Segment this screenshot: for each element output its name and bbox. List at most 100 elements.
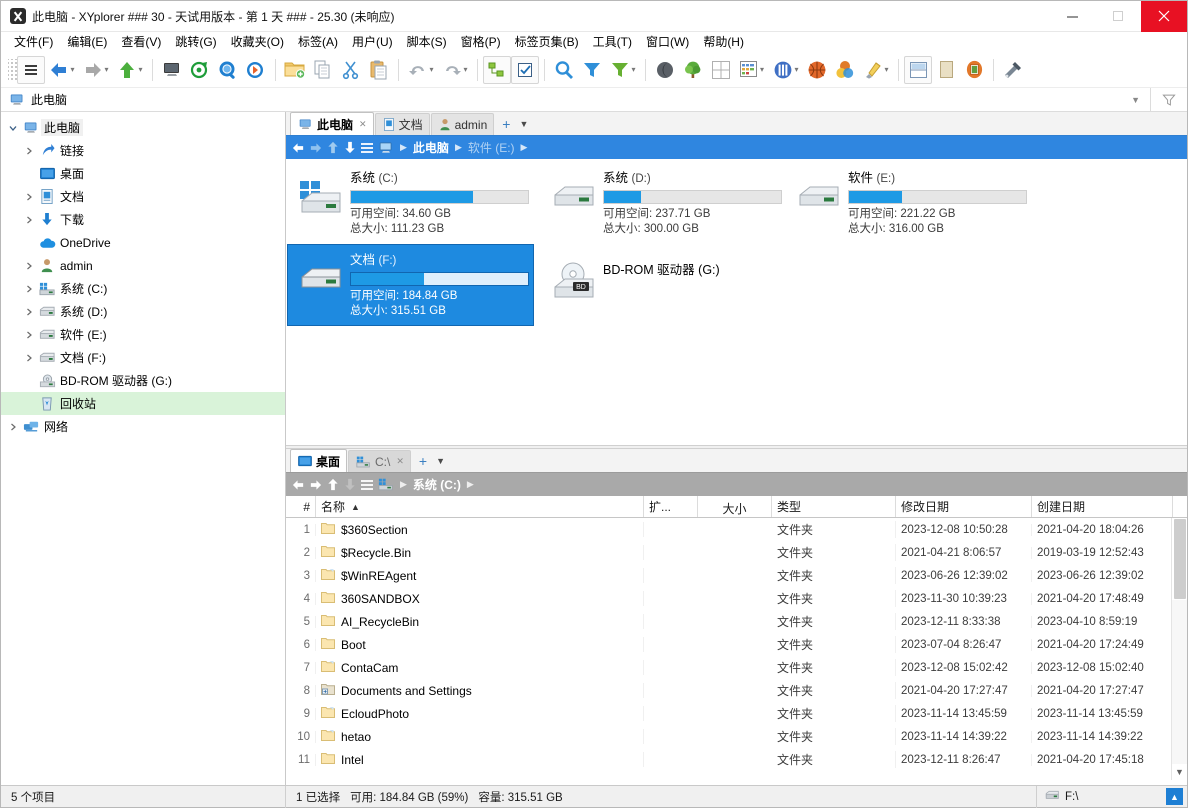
row-name[interactable]: hetao — [316, 729, 644, 744]
close-icon[interactable]: ✕ — [396, 456, 404, 467]
chevron-expanded-icon[interactable] — [5, 123, 21, 133]
table-row[interactable]: 3 $WinREAgent 文件夹 2023-06-26 12:39:02 20… — [286, 564, 1173, 587]
tags-dropdown-arrow[interactable]: ▾ — [794, 65, 798, 74]
row-name[interactable]: $Recycle.Bin — [316, 545, 644, 560]
breadcrumb-item-this-pc[interactable]: 此电脑 — [410, 139, 452, 156]
color-filters-button[interactable] — [803, 55, 831, 85]
maximize-button[interactable] — [1095, 1, 1141, 31]
close-button[interactable] — [1141, 0, 1187, 32]
chevron-right-icon[interactable] — [5, 422, 21, 432]
table-row[interactable]: 2 $Recycle.Bin 文件夹 2021-04-21 8:06:57 20… — [286, 541, 1173, 564]
tree-item-bd-rom-drive[interactable]: BD-ROM 驱动器 (G:) — [1, 369, 285, 392]
column-header-size[interactable]: 大小 — [698, 496, 772, 517]
table-row[interactable]: 6 Boot 文件夹 2023-07-04 8:26:47 2021-04-20… — [286, 633, 1173, 656]
chevron-right-icon[interactable] — [21, 261, 37, 271]
highlight-dropdown-arrow[interactable]: ▾ — [884, 65, 888, 74]
file-list-body[interactable]: 1 $360Section 文件夹 2023-12-08 10:50:28 20… — [286, 518, 1187, 785]
address-input[interactable]: 此电脑 ▼ — [1, 87, 1151, 112]
filter-button[interactable] — [578, 55, 606, 85]
drive-tile-g[interactable]: BD BD-ROM 驱动器 (G:) — [541, 245, 786, 307]
row-name[interactable]: AI_RecycleBin — [316, 614, 644, 629]
dual-pane-button[interactable] — [904, 55, 932, 84]
tree-item-downloads[interactable]: 下载 — [1, 208, 285, 231]
preview-pane-button[interactable] — [932, 55, 960, 85]
top-tab-admin[interactable]: admin — [430, 113, 495, 135]
search-button[interactable] — [550, 55, 578, 85]
tree-item-this-pc[interactable]: 此电脑 — [1, 116, 285, 139]
menu-favorites[interactable]: 收藏夹(O) — [224, 32, 291, 52]
tree-item-drive-c[interactable]: 系统 (C:) — [1, 277, 285, 300]
file-list[interactable]: # 名称 ▲ 扩... 大小 类型 修改日期 创建日期 ▲ — [286, 496, 1188, 785]
breadcrumb-item-drive-c[interactable]: 系统 (C:) — [410, 476, 464, 493]
breadcrumb-forward-button[interactable] — [307, 475, 324, 495]
report-button[interactable]: ▾ — [735, 55, 769, 85]
dark-mode-button[interactable] — [651, 55, 679, 85]
copy-button[interactable] — [309, 55, 337, 85]
toolbar-menu-button[interactable] — [17, 55, 45, 84]
breadcrumb-back-button[interactable] — [290, 138, 307, 158]
tree-item-onedrive[interactable]: OneDrive — [1, 231, 285, 254]
column-header-extension[interactable]: 扩... — [644, 496, 698, 517]
breadcrumb-item-drive-e[interactable]: 软件 (E:) — [465, 139, 518, 156]
row-name[interactable]: Documents and Settings — [316, 683, 644, 698]
tree-item-desktop[interactable]: 桌面 — [1, 162, 285, 185]
menu-window[interactable]: 窗口(W) — [639, 32, 696, 52]
tags-button[interactable]: ▾ — [769, 55, 803, 85]
visual-filter-dropdown-arrow[interactable]: ▾ — [631, 65, 635, 74]
quick-search-button[interactable] — [242, 55, 270, 85]
column-header-index[interactable]: # — [286, 496, 316, 517]
toolbar-grip[interactable] — [8, 58, 17, 81]
up-dropdown-arrow[interactable]: ▾ — [138, 65, 142, 74]
breadcrumb-back-button[interactable] — [290, 475, 307, 495]
file-list-scrollbar[interactable]: ▼ — [1171, 518, 1187, 780]
bottom-tab-drive-c[interactable]: C:\ ✕ — [348, 450, 411, 472]
highlight-button[interactable]: ▾ — [859, 55, 893, 85]
row-name[interactable]: 360SANDBOX — [316, 591, 644, 606]
drive-tile-d[interactable]: 系统 (D:) 可用空间: 237.71 GB 总大小: 300.00 GB — [541, 163, 786, 243]
top-tab-documents[interactable]: 文档 — [374, 113, 430, 135]
chevron-right-icon[interactable] — [21, 215, 37, 225]
address-filter-button[interactable] — [1151, 93, 1187, 107]
menu-tools[interactable]: 工具(T) — [586, 32, 639, 52]
top-add-tab-button[interactable]: + — [495, 113, 513, 135]
minimize-button[interactable] — [1049, 1, 1095, 31]
breadcrumb-menu-button[interactable] — [358, 475, 375, 495]
table-row[interactable]: 9 EcloudPhoto 文件夹 2023-11-14 13:45:59 20… — [286, 702, 1173, 725]
table-row[interactable]: 8 Documents and Settings 文件夹 2021-04-20 … — [286, 679, 1173, 702]
table-row[interactable]: 1 $360Section 文件夹 2023-12-08 10:50:28 20… — [286, 518, 1173, 541]
tree-item-drive-f[interactable]: 文档 (F:) — [1, 346, 285, 369]
menu-scripting[interactable]: 脚本(S) — [400, 32, 454, 52]
row-name[interactable]: Boot — [316, 637, 644, 652]
column-header-modified[interactable]: 修改日期 — [896, 496, 1032, 517]
go-to-target-button[interactable] — [186, 55, 214, 85]
tree-item-drive-e[interactable]: 软件 (E:) — [1, 323, 285, 346]
bottom-add-tab-button[interactable]: + — [412, 450, 430, 472]
row-name[interactable]: EcloudPhoto — [316, 706, 644, 721]
undo-dropdown-arrow[interactable]: ▾ — [429, 65, 433, 74]
breadcrumb-up-button[interactable] — [324, 475, 341, 495]
tree-item-recycle-bin[interactable]: 回收站 — [1, 392, 285, 415]
visual-filter-button[interactable]: ▾ — [606, 55, 640, 85]
table-row[interactable]: 7 ContaCam 文件夹 2023-12-08 15:02:42 2023-… — [286, 656, 1173, 679]
menu-file[interactable]: 文件(F) — [7, 32, 60, 52]
cut-button[interactable] — [337, 55, 365, 85]
tree-item-admin[interactable]: admin — [1, 254, 285, 277]
redo-dropdown-arrow[interactable]: ▾ — [463, 65, 467, 74]
chevron-right-icon[interactable] — [21, 146, 37, 156]
scroll-up-arrow-icon[interactable]: ▲ — [1183, 496, 1188, 517]
tree-item-links[interactable]: 链接 — [1, 139, 285, 162]
chevron-right-icon[interactable] — [21, 192, 37, 202]
back-button[interactable]: ▾ — [45, 55, 79, 85]
row-name[interactable]: Intel — [316, 752, 644, 767]
breadcrumb-menu-button[interactable] — [358, 138, 375, 158]
bottom-tab-desktop[interactable]: 桌面 — [290, 449, 348, 472]
chevron-right-icon[interactable] — [21, 353, 37, 363]
menu-user[interactable]: 用户(U) — [345, 32, 400, 52]
column-header-type[interactable]: 类型 — [772, 496, 896, 517]
forward-button[interactable]: ▾ — [79, 55, 113, 85]
scrollbar-track[interactable] — [1171, 600, 1187, 764]
tree-item-network[interactable]: 网络 — [1, 415, 285, 438]
chevron-right-icon[interactable] — [21, 307, 37, 317]
drive-tile-f[interactable]: 文档 (F:) 可用空间: 184.84 GB 总大小: 315.51 GB — [287, 244, 534, 326]
table-row[interactable]: 4 360SANDBOX 文件夹 2023-11-30 10:39:23 202… — [286, 587, 1173, 610]
